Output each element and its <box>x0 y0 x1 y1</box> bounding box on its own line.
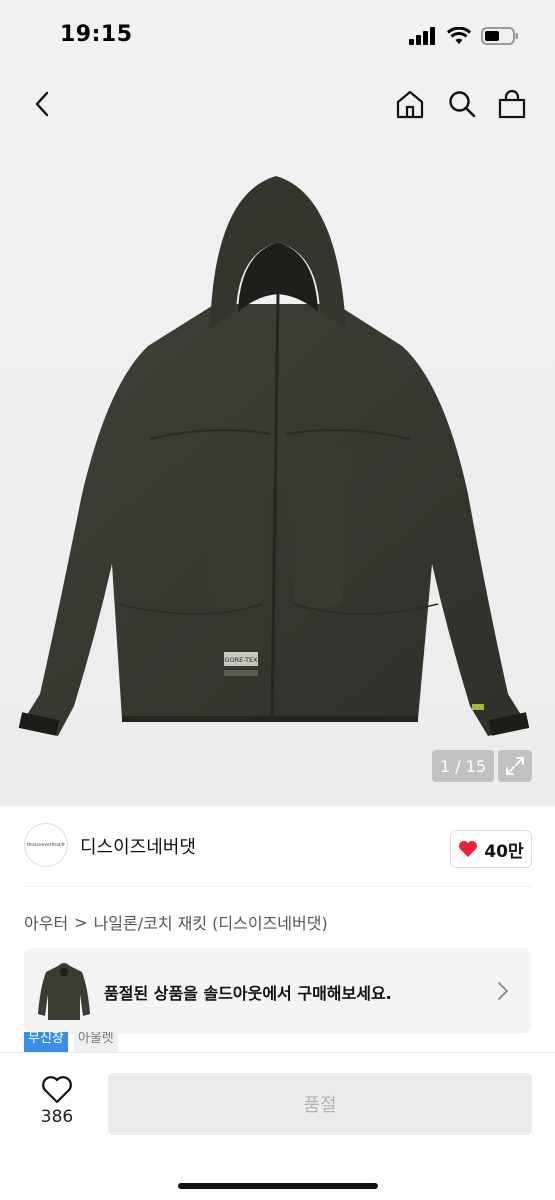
breadcrumb-separator: > <box>74 912 88 932</box>
back-icon <box>35 91 49 117</box>
wifi-icon <box>447 27 471 44</box>
home-button[interactable] <box>390 84 430 124</box>
gore-tex-badge: GORE-TEX <box>224 656 258 664</box>
heart-outline-icon <box>42 1076 72 1104</box>
wishlist-count: 386 <box>40 1107 74 1127</box>
jacket-image: GORE-TEX <box>18 176 530 736</box>
home-indicator <box>178 1183 378 1189</box>
shop-name[interactable]: 디스이즈네버댓 <box>80 833 196 859</box>
status-bar: 19:15 <box>0 0 555 76</box>
search-button[interactable] <box>442 84 482 124</box>
chevron-right-icon <box>498 982 509 1000</box>
shop-logo-text: thisisneverthat® <box>26 842 66 848</box>
soldout-button[interactable]: 품절 <box>108 1073 532 1135</box>
nav-bar <box>0 76 555 134</box>
expand-button[interactable] <box>498 750 532 782</box>
tag-outlet: 아울렛 <box>73 1032 118 1052</box>
soldout-banner[interactable]: 품절된 상품을 솔드아웃에서 구매해보세요. <box>24 948 531 1034</box>
status-icons <box>409 26 519 46</box>
home-icon <box>396 90 424 119</box>
tag-delivery: 무신장 <box>24 1032 68 1052</box>
status-time: 19:15 <box>60 22 133 47</box>
banner-thumbnail <box>38 963 90 1020</box>
breadcrumb: 아우터 > 나일론/코치 재킷 (디스이즈네버댓) <box>24 910 328 934</box>
battery-icon <box>481 27 518 45</box>
bottom-action-bar: 386 품절 <box>0 1052 555 1200</box>
like-button[interactable]: 40만 <box>450 830 532 868</box>
breadcrumb-parent[interactable]: 아우터 <box>24 910 68 934</box>
divider <box>24 886 531 887</box>
wishlist-button[interactable]: 386 <box>30 1075 84 1127</box>
soldout-banner-text: 품절된 상품을 솔드아웃에서 구매해보세요. <box>104 984 392 1003</box>
shopping-bag-button[interactable] <box>492 84 532 124</box>
image-counter: 1 / 15 <box>432 750 494 782</box>
heart-icon <box>459 841 478 857</box>
like-count: 40만 <box>484 841 524 862</box>
back-button[interactable] <box>24 86 60 122</box>
product-image-gallery[interactable]: GORE-TEX 1 / 15 <box>0 134 555 806</box>
product-tags: 무신장 아울렛 <box>24 1032 118 1052</box>
search-icon <box>449 91 476 118</box>
shop-logo[interactable]: thisisneverthat® <box>24 823 68 867</box>
cellular-signal-icon <box>409 27 435 45</box>
breadcrumb-child[interactable]: 나일론/코치 재킷 (디스이즈네버댓) <box>94 910 328 934</box>
bag-icon <box>498 89 526 119</box>
expand-icon <box>506 757 524 775</box>
shop-row: thisisneverthat® 디스이즈네버댓 40만 <box>0 806 555 886</box>
